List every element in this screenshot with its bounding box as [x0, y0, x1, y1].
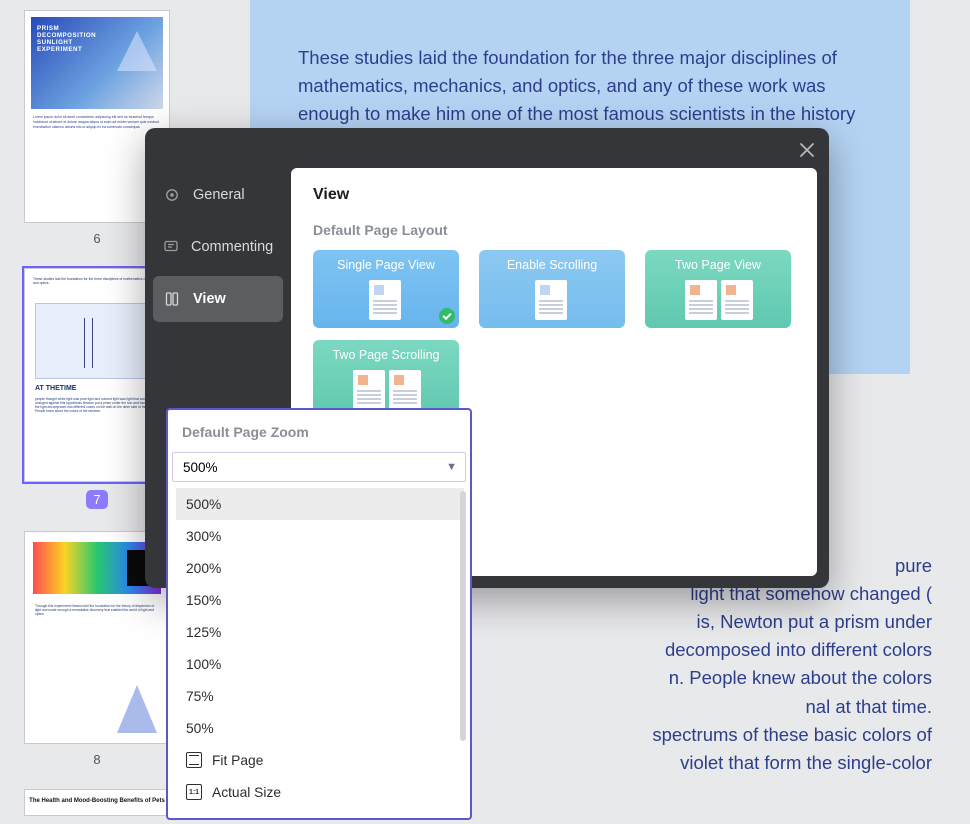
thumb8-body: Through this experiment Newton laid the … — [35, 604, 159, 733]
thumb8-number: 8 — [93, 752, 100, 767]
frag: nal at that time. — [806, 693, 932, 721]
thumb6-cover-title: PRISM DECOMPOSITION SUNLIGHT EXPERIMENT — [37, 25, 93, 54]
frag: of th — [266, 693, 302, 721]
thumb7-number: 7 — [86, 490, 107, 509]
thumb9-title: The Health and Mood-Boosting Benefits of… — [25, 790, 169, 804]
thumb7-top: These studies laid the foundation for th… — [33, 277, 161, 299]
frag: pure — [895, 552, 932, 580]
frag: spectrums of these basic colors of — [652, 721, 932, 749]
frag: is, Newton put a prism under — [697, 608, 932, 636]
page-bottom-section: ligpure liglight that somehow changed ( … — [266, 552, 932, 805]
thumb7-body: people thought white light was pure ligh… — [35, 397, 159, 472]
thumbnail-9[interactable]: The Health and Mood-Boosting Benefits of… — [24, 789, 170, 816]
page-top-text: These studies laid the foundation for th… — [298, 44, 862, 128]
thumbnail-7[interactable]: These studies laid the foundation for th… — [24, 268, 170, 481]
thumb7-figure — [35, 303, 159, 379]
frag: on t — [266, 664, 297, 692]
frag: lig — [266, 552, 285, 580]
thumb6-body: Lorem ipsum dolor sit amet consectetur a… — [33, 115, 161, 225]
frag: whi — [266, 780, 294, 801]
frag: ag — [266, 608, 287, 636]
thumb8-spectrum — [33, 542, 161, 594]
frag: n. People knew about the colors — [669, 664, 932, 692]
frag: red, — [266, 749, 298, 777]
thumbnail-column: PRISM DECOMPOSITION SUNLIGHT EXPERIMENT … — [0, 0, 190, 824]
frag: light that somehow changed ( — [690, 580, 932, 608]
page-area: These studies laid the foundation for th… — [190, 0, 970, 824]
app-background: PRISM DECOMPOSITION SUNLIGHT EXPERIMENT … — [0, 0, 970, 824]
page-top-section: These studies laid the foundation for th… — [250, 0, 910, 374]
thumb6-cover: PRISM DECOMPOSITION SUNLIGHT EXPERIMENT — [31, 17, 163, 109]
geometry-icon — [115, 681, 159, 733]
thumbnail-8[interactable]: Through this experiment Newton laid the … — [24, 531, 170, 744]
thumb6-number: 6 — [93, 231, 100, 246]
frag: violet that form the single-color — [680, 749, 932, 777]
frag: lig — [266, 580, 285, 608]
thumbnail-6[interactable]: PRISM DECOMPOSITION SUNLIGHT EXPERIMENT … — [24, 10, 170, 223]
thumb7-heading: AT THETIME — [35, 385, 76, 392]
frag: Ne — [266, 721, 290, 749]
frag: decomposed into different colors — [665, 636, 932, 664]
frag: the — [266, 636, 292, 664]
prism-icon — [117, 31, 157, 71]
